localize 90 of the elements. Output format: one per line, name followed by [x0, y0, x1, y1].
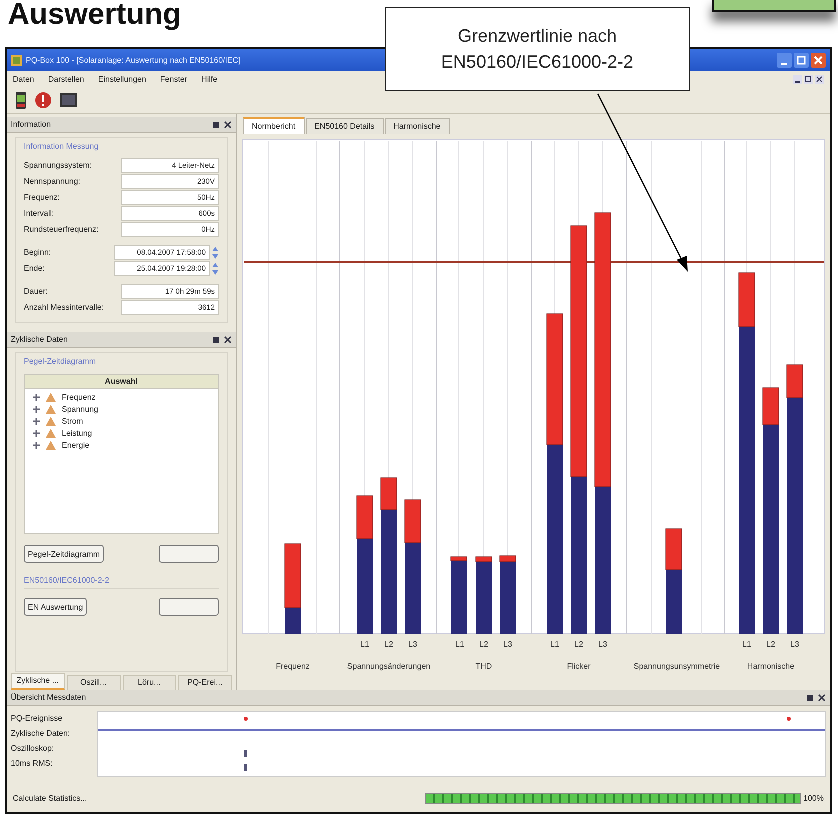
field-label: Intervall:: [24, 209, 54, 218]
expand-icon[interactable]: [33, 418, 40, 424]
event-marker: [787, 717, 791, 721]
expand-icon[interactable]: [33, 430, 40, 436]
tree-item[interactable]: Energie: [62, 440, 90, 450]
maximize-icon[interactable]: [794, 52, 809, 68]
category-label: Spannungsänderungen: [347, 662, 431, 671]
device-icon[interactable]: [15, 92, 27, 108]
window-title: PQ-Box 100 - [Solaranlage: Auswertung nach EN50160/IEC]: [26, 56, 241, 64]
report-tab[interactable]: EN50160 Details: [306, 118, 384, 134]
event-marker: [244, 717, 248, 721]
phase-label: L1: [742, 640, 752, 649]
menu-item[interactable]: Hilfe: [202, 74, 218, 84]
progress-reading: 100%: [804, 794, 824, 802]
close-icon[interactable]: [818, 694, 826, 702]
phase-label: L3: [598, 640, 608, 649]
menu-item[interactable]: Darstellen: [48, 74, 84, 84]
pin-icon[interactable]: [212, 120, 220, 128]
evaluation-button[interactable]: EN Auswertung: [24, 598, 88, 616]
field-label: Ende:: [24, 264, 45, 273]
phase-label: L1: [550, 640, 560, 649]
phase-label: L1: [360, 640, 370, 649]
pin-icon[interactable]: [212, 336, 220, 344]
tree-item[interactable]: Frequenz: [62, 392, 96, 402]
group-title: Pegel-Zeitdiagramm: [24, 357, 98, 366]
row-label: Oszilloskop:: [11, 743, 56, 755]
group-title: Information Messung: [24, 142, 100, 151]
row-label: PQ-Ereignisse: [11, 713, 64, 725]
phase-label: L1: [456, 640, 464, 649]
menu-item[interactable]: Daten: [13, 74, 34, 84]
field-label: Spannungssystem:: [24, 161, 92, 170]
field-label: Nennspannung:: [24, 177, 80, 186]
close-icon[interactable]: [811, 52, 826, 68]
column-header: Auswahl: [25, 375, 218, 389]
spinner-icon[interactable]: [212, 246, 219, 260]
panel-tab[interactable]: Zyklische ...: [11, 673, 65, 690]
close-icon[interactable]: [815, 74, 824, 84]
menu-item[interactable]: Fenster: [160, 74, 188, 84]
callout-text: Grenzwertlinie nach: [458, 25, 618, 48]
phase-label: L2: [574, 640, 584, 649]
report-tab[interactable]: Normbericht: [243, 117, 305, 134]
callout-text: EN50160/IEC61000-2-2: [441, 51, 634, 74]
field-label: Frequenz:: [24, 193, 60, 202]
expand-icon[interactable]: [33, 394, 40, 400]
spinner-icon[interactable]: [212, 262, 219, 276]
row-label: Zyklische Daten:: [11, 728, 72, 740]
row-label: 10ms RMS:: [11, 758, 54, 770]
panel-title: Übersicht Messdaten: [11, 693, 86, 702]
close-icon[interactable]: [224, 336, 232, 344]
category-label: Harmonische: [747, 662, 795, 671]
status-text: Calculate Statistics...: [13, 794, 88, 802]
category-label: Spannungsunsymmetrie: [634, 662, 720, 671]
category-label: Flicker: [567, 662, 591, 671]
phase-label: L3: [408, 640, 418, 649]
tree-item[interactable]: Spannung: [62, 404, 98, 414]
pin-icon[interactable]: [806, 694, 814, 702]
phase-label: L3: [790, 640, 800, 649]
close-icon[interactable]: [224, 120, 232, 128]
field-label: Rundsteuerfrequenz:: [24, 225, 99, 234]
field-label: Beginn:: [24, 248, 52, 257]
phase-label: L2: [384, 640, 394, 649]
app-icon: [11, 54, 22, 66]
minimize-icon[interactable]: [777, 52, 792, 68]
minimize-icon[interactable]: [793, 74, 802, 84]
expand-icon[interactable]: [33, 406, 40, 412]
record-marker: [244, 750, 247, 757]
category-label: Frequenz: [276, 662, 310, 671]
category-label: THD: [476, 662, 492, 671]
panel-title: Information: [11, 120, 52, 129]
expand-icon[interactable]: [33, 442, 40, 448]
tree-item[interactable]: Strom: [62, 416, 84, 426]
diagram-button[interactable]: Pegel-Zeitdiagramm: [24, 545, 104, 563]
restore-icon[interactable]: [804, 74, 813, 84]
alert-icon[interactable]: [35, 92, 52, 108]
field-label: Dauer:: [24, 287, 48, 296]
tree-item[interactable]: Leistung: [62, 428, 92, 438]
empty-button[interactable]: [159, 545, 219, 563]
panel-title: Zyklische Daten: [11, 335, 68, 344]
page-heading: Auswertung: [7, 0, 182, 33]
report-tab[interactable]: Harmonische: [384, 118, 450, 134]
panel-tab[interactable]: Oszill...: [66, 675, 120, 690]
phase-label: L2: [766, 640, 776, 649]
phase-label: L3: [504, 640, 512, 649]
menu-item[interactable]: Einstellungen: [98, 74, 146, 84]
field-label: Anzahl Messintervalle:: [24, 303, 104, 312]
record-marker: [244, 764, 247, 771]
empty-button[interactable]: [159, 598, 219, 616]
phase-label: L2: [480, 640, 488, 649]
panel-tab[interactable]: PQ-Erei...: [178, 675, 232, 690]
panel-tab[interactable]: Löru...: [122, 675, 176, 690]
